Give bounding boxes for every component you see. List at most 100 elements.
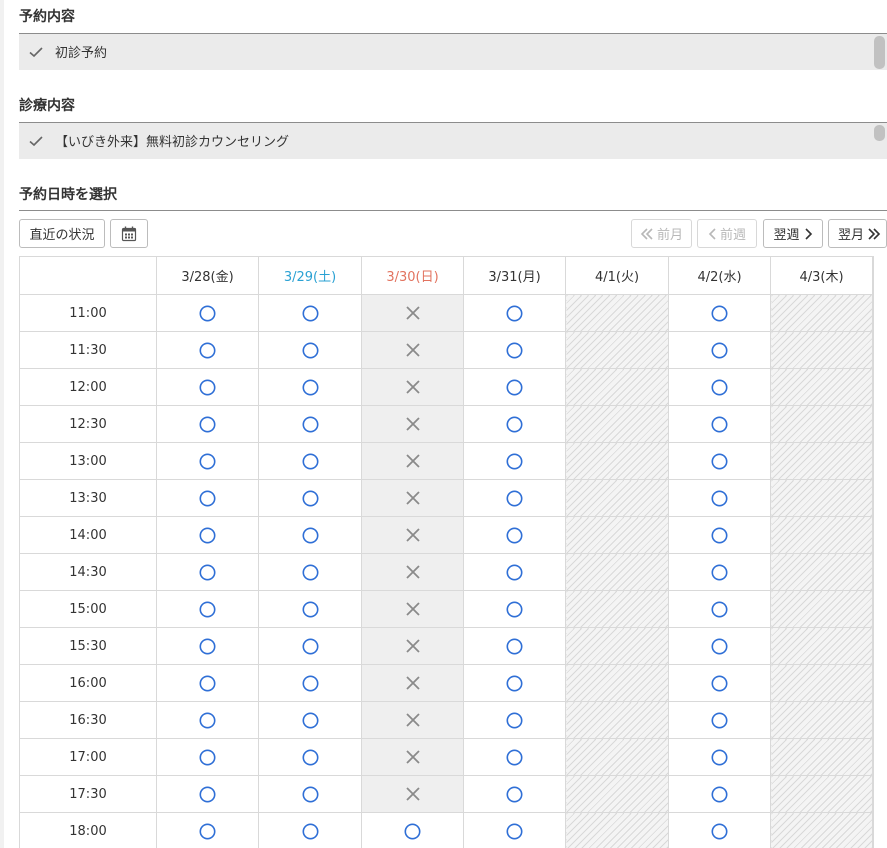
next-month-button[interactable]: 翌月 <box>828 219 887 248</box>
available-circle-icon <box>711 749 728 766</box>
reservation-option-selected[interactable]: 初診予約 <box>19 33 887 70</box>
available-slot[interactable] <box>156 479 259 517</box>
available-slot[interactable] <box>668 331 771 369</box>
available-slot[interactable] <box>258 405 362 443</box>
available-slot[interactable] <box>258 479 362 517</box>
available-slot[interactable] <box>668 627 771 665</box>
available-slot[interactable] <box>463 701 566 739</box>
available-slot[interactable] <box>156 553 259 591</box>
available-slot[interactable] <box>668 590 771 628</box>
available-slot[interactable] <box>668 368 771 406</box>
available-slot[interactable] <box>463 590 566 628</box>
available-slot[interactable] <box>258 701 362 739</box>
treatment-option-selected[interactable]: 【いびき外来】無料初診カウンセリング <box>19 122 887 159</box>
available-slot[interactable] <box>668 405 771 443</box>
available-circle-icon <box>711 342 728 359</box>
available-slot[interactable] <box>156 627 259 665</box>
closed-slot <box>565 368 669 406</box>
available-slot[interactable] <box>258 516 362 554</box>
available-slot[interactable] <box>463 775 566 813</box>
available-slot[interactable] <box>156 405 259 443</box>
available-circle-icon <box>506 564 523 581</box>
prev-month-button[interactable]: 前月 <box>631 219 692 248</box>
prev-month-label: 前月 <box>656 228 683 243</box>
available-slot[interactable] <box>258 331 362 369</box>
next-day-slot-partial <box>872 775 874 813</box>
day-header: 4/2(水) <box>668 256 771 295</box>
available-slot[interactable] <box>668 775 771 813</box>
available-slot[interactable] <box>668 294 771 332</box>
treatment-scrollbar[interactable] <box>874 125 885 141</box>
recent-status-button[interactable]: 直近の状況 <box>19 219 105 248</box>
next-day-slot-partial <box>872 627 874 665</box>
available-slot[interactable] <box>463 738 566 776</box>
available-circle-icon <box>199 601 216 618</box>
available-slot[interactable] <box>258 627 362 665</box>
available-slot[interactable] <box>156 775 259 813</box>
available-slot[interactable] <box>258 775 362 813</box>
available-slot[interactable] <box>258 294 362 332</box>
available-circle-icon <box>506 527 523 544</box>
available-slot[interactable] <box>668 738 771 776</box>
available-slot[interactable] <box>463 405 566 443</box>
available-slot[interactable] <box>258 664 362 702</box>
available-circle-icon <box>302 342 319 359</box>
available-circle-icon <box>302 786 319 803</box>
unavailable-slot <box>361 405 464 443</box>
available-slot[interactable] <box>258 812 362 848</box>
available-slot[interactable] <box>668 701 771 739</box>
available-slot[interactable] <box>258 553 362 591</box>
schedule-header-row: 3/28(金) 3/29(土) 3/30(日) 3/31(月) 4/1(火) 4/2(水)… <box>19 256 874 295</box>
available-slot[interactable] <box>463 442 566 480</box>
available-slot[interactable] <box>463 479 566 517</box>
available-slot[interactable] <box>668 516 771 554</box>
check-icon <box>29 136 43 147</box>
available-circle-icon <box>506 712 523 729</box>
check-icon <box>29 47 43 58</box>
available-slot[interactable] <box>156 442 259 480</box>
available-slot[interactable] <box>463 553 566 591</box>
available-slot[interactable] <box>156 331 259 369</box>
available-slot[interactable] <box>156 590 259 628</box>
available-slot[interactable] <box>156 294 259 332</box>
time-label: 16:30 <box>19 701 157 739</box>
available-slot[interactable] <box>258 442 362 480</box>
prev-week-button[interactable]: 前週 <box>697 219 757 248</box>
available-circle-icon <box>711 416 728 433</box>
available-slot[interactable] <box>463 627 566 665</box>
available-slot[interactable] <box>463 664 566 702</box>
datetime-title: 予約日時を選択 <box>19 187 117 203</box>
closed-slot <box>565 442 669 480</box>
available-slot[interactable] <box>258 738 362 776</box>
available-slot[interactable] <box>668 553 771 591</box>
available-slot[interactable] <box>463 294 566 332</box>
time-row: 11:00 <box>19 294 874 332</box>
available-slot[interactable] <box>463 516 566 554</box>
closed-slot <box>565 294 669 332</box>
available-slot[interactable] <box>361 812 464 848</box>
available-circle-icon <box>302 712 319 729</box>
available-slot[interactable] <box>668 442 771 480</box>
available-slot[interactable] <box>258 590 362 628</box>
available-slot[interactable] <box>463 331 566 369</box>
available-circle-icon <box>711 564 728 581</box>
time-row: 15:30 <box>19 627 874 665</box>
calendar-button[interactable] <box>110 219 148 248</box>
next-week-button[interactable]: 翌週 <box>763 219 823 248</box>
chevron-right-icon <box>804 227 812 240</box>
available-slot[interactable] <box>156 664 259 702</box>
available-slot[interactable] <box>156 812 259 848</box>
available-slot[interactable] <box>156 516 259 554</box>
available-slot[interactable] <box>463 812 566 848</box>
reservation-scrollbar[interactable] <box>874 36 885 69</box>
available-slot[interactable] <box>156 368 259 406</box>
available-slot[interactable] <box>156 738 259 776</box>
available-slot[interactable] <box>258 368 362 406</box>
available-slot[interactable] <box>668 812 771 848</box>
available-slot[interactable] <box>668 479 771 517</box>
available-slot[interactable] <box>156 701 259 739</box>
available-slot[interactable] <box>668 664 771 702</box>
time-label: 15:00 <box>19 590 157 628</box>
available-slot[interactable] <box>463 368 566 406</box>
unavailable-slot <box>361 701 464 739</box>
